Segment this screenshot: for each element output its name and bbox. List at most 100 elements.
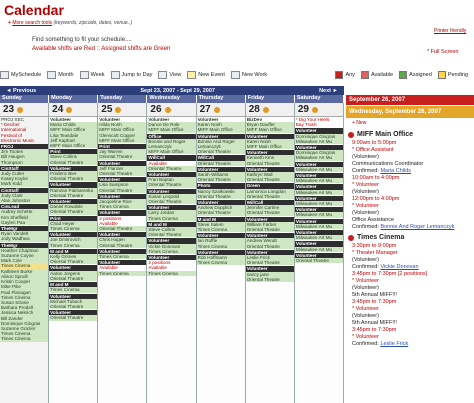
shift-entry[interactable]: Milwaukee Art Mu xyxy=(294,166,343,173)
myschedule-button[interactable]: MySchedule xyxy=(0,70,41,79)
shift-entry[interactable]: Oriental Theatre xyxy=(98,187,147,193)
add-shift-icon[interactable] xyxy=(66,106,73,113)
day-number[interactable]: 24 xyxy=(49,103,98,117)
shift-entry[interactable]: Oriental Theatre xyxy=(294,258,343,264)
add-shift-icon[interactable] xyxy=(17,106,24,113)
shift-entry[interactable]: Jody Wadhwa xyxy=(0,236,49,242)
day-header[interactable]: Monday xyxy=(49,95,99,103)
previous-week-link[interactable]: ◄ Previous xyxy=(6,88,36,94)
shift-entry[interactable]: Electronic Music xyxy=(0,138,48,143)
shift-entry[interactable]: Oriental Theatre xyxy=(147,232,196,238)
day-number[interactable]: 29 xyxy=(294,103,343,117)
week-button[interactable]: Week xyxy=(79,70,105,79)
volunteer-name-link[interactable]: Leslie Frick xyxy=(380,341,408,347)
shift-entry[interactable]: Bay Trash xyxy=(295,122,343,127)
shift-entry[interactable]: Oriental Theatre xyxy=(245,260,294,266)
day-number[interactable]: 23 xyxy=(0,103,49,117)
day-header[interactable]: Saturday xyxy=(295,95,344,103)
shift-entry[interactable]: Oriental Theatre xyxy=(49,315,98,321)
shift-entry[interactable]: Oriental Theatre xyxy=(98,171,147,177)
shift-entry[interactable]: Milwaukee Art Mu xyxy=(294,235,343,241)
shift-entry[interactable]: Milwaukee Art Mu xyxy=(294,246,343,252)
more-search-tools[interactable]: + More search tools (keywords, zipcode, … xyxy=(8,20,132,26)
shift-entry[interactable]: Milwaukee Art Mu xyxy=(294,138,343,145)
shift-entry[interactable]: MIFF Main Office xyxy=(147,149,196,155)
volunteer-name-link[interactable]: Maria Childs xyxy=(380,168,411,174)
shift-entry[interactable]: Alan Johnston xyxy=(0,198,49,204)
day-number[interactable]: 27 xyxy=(196,103,245,117)
shift-entry[interactable]: Oriental Theatre xyxy=(245,177,294,183)
volunteer-name-link[interactable]: Bonnie And Roger Lemanczyk xyxy=(380,224,454,230)
shift-entry[interactable]: Oriental Theatre xyxy=(245,193,294,200)
shift-entry[interactable]: Times Cinema xyxy=(49,242,98,248)
shift-entry[interactable]: MIFF Main Office xyxy=(196,127,245,133)
new-event-button[interactable]: New Event xyxy=(187,70,225,79)
shift-entry[interactable]: Oriental Theatre xyxy=(49,176,98,182)
shift-entry[interactable]: Milwaukee Art Mu xyxy=(294,223,343,230)
shift-entry[interactable]: Mark Kidd xyxy=(0,181,49,187)
shift-entry[interactable]: Times Cinema xyxy=(196,243,245,249)
shift-entry[interactable]: MIFF Main Office xyxy=(49,143,98,149)
shift-entry[interactable]: Oriental Theatre xyxy=(49,259,98,265)
add-shift-icon[interactable] xyxy=(164,106,171,113)
day-header[interactable]: Tuesday xyxy=(98,95,148,103)
shift-entry[interactable]: Oriental Theatre xyxy=(245,210,294,216)
shift-entry[interactable]: Times Cinema xyxy=(98,270,147,276)
printer-friendly-link[interactable]: Printer friendly xyxy=(434,28,466,34)
shift-entry[interactable]: MIFF Main Office xyxy=(245,127,294,133)
shift-entry[interactable]: Times Cinema xyxy=(49,226,98,232)
shift-entry[interactable]: Times Cinema xyxy=(98,254,147,260)
volunteer-name-link[interactable]: Vickie Donovan xyxy=(380,264,418,270)
new-work-button[interactable]: New Work xyxy=(230,70,267,79)
shift-entry[interactable]: Times Cinema xyxy=(49,287,98,293)
full-screen-link[interactable]: * Full Screen xyxy=(427,49,459,55)
shift-entry[interactable]: Thompson xyxy=(0,159,49,165)
shift-entry[interactable]: Oriental Theatre xyxy=(49,159,98,165)
day-number[interactable]: 25 xyxy=(98,103,147,117)
shift-entry[interactable]: Oriental Theatre xyxy=(245,227,294,233)
add-shift-icon[interactable] xyxy=(213,106,220,113)
shift-entry[interactable]: Oriental Theatre xyxy=(49,209,98,215)
shift-entry[interactable]: Times Cinema xyxy=(196,260,245,266)
new-shift-link[interactable]: + New xyxy=(352,120,366,126)
shift-detail[interactable]: * Office Assistant xyxy=(348,147,474,154)
month-button[interactable]: Month xyxy=(47,70,74,79)
shift-detail[interactable]: * Volunteer xyxy=(348,306,474,313)
shift-entry[interactable]: Oriental Theatre xyxy=(98,242,147,248)
shift-entry[interactable]: Times Cinema xyxy=(147,215,196,221)
shift-entry[interactable]: Times Cinema xyxy=(0,336,49,342)
day-header[interactable]: Sunday xyxy=(0,95,50,103)
shift-entry[interactable]: Oriental Theatre xyxy=(147,182,196,188)
add-shift-icon[interactable] xyxy=(311,106,318,113)
shift-entry[interactable]: Oriental Theatre xyxy=(245,243,294,249)
legend-available[interactable]: Available xyxy=(360,70,393,79)
shift-entry[interactable]: Oriental Theatre xyxy=(196,210,245,216)
shift-detail[interactable]: * Theater Manager xyxy=(348,250,474,257)
shift-entry[interactable]: Times Cinema xyxy=(98,204,147,210)
shift-entry[interactable]: MIFF Main Office xyxy=(147,127,196,133)
add-shift-icon[interactable] xyxy=(262,106,269,113)
shift-entry[interactable]: Oriental Theatre xyxy=(196,149,245,155)
legend-any[interactable]: Any xyxy=(335,70,355,79)
shift-entry[interactable]: MIFF Main Office xyxy=(245,144,294,150)
shift-entry[interactable]: Milwaukee Art Mu xyxy=(294,178,343,184)
shift-entry[interactable]: Oriental Theatre xyxy=(196,160,245,166)
shift-entry[interactable]: Oriental Theatre xyxy=(49,192,98,199)
shift-entry[interactable]: Oriental Theatre xyxy=(196,177,245,183)
day-header[interactable]: Friday xyxy=(246,95,295,103)
shift-detail[interactable]: * Volunteer xyxy=(348,278,474,285)
shift-detail[interactable]: * Volunteer xyxy=(348,203,474,210)
shift-entry[interactable]: Oriental Theatre xyxy=(245,276,294,283)
legend-pending[interactable]: Pending xyxy=(437,70,468,79)
shift-entry[interactable]: Oriental Theatre xyxy=(147,165,196,172)
add-shift-icon[interactable] xyxy=(115,106,122,113)
shift-entry[interactable]: Oriental Theatre xyxy=(245,160,294,166)
shift-entry[interactable]: Gaylen Paa xyxy=(0,219,49,226)
day-header[interactable]: Wednesday xyxy=(147,95,197,103)
shift-entry[interactable]: Oriental Theatre xyxy=(147,199,196,205)
shift-entry[interactable]: Oriental Theatre xyxy=(196,193,245,200)
shift-entry[interactable]: Times Cinema xyxy=(147,270,196,276)
day-header[interactable]: Thursday xyxy=(197,95,246,103)
shift-entry[interactable]: Oriental Theatre xyxy=(98,226,147,232)
shift-entry[interactable]: Oriental Theatre xyxy=(49,303,98,310)
